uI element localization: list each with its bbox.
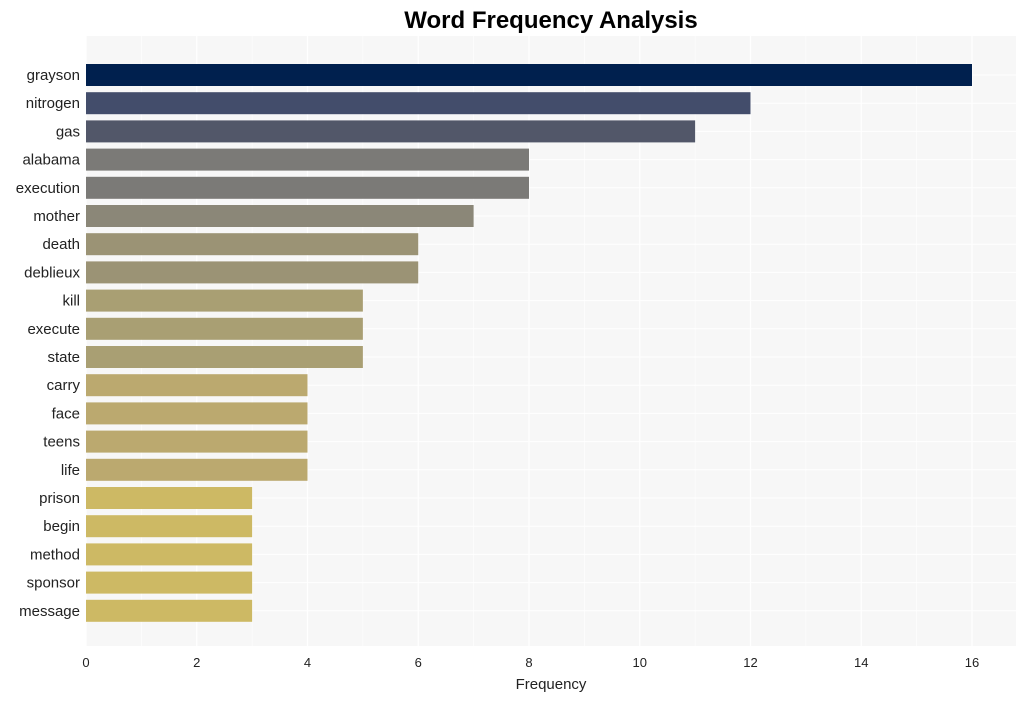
bar-gas: [86, 120, 696, 143]
y-tick-label: gas: [56, 123, 80, 140]
y-tick-label: prison: [39, 490, 80, 507]
y-tick-label: deblieux: [24, 264, 80, 281]
y-tick-label: grayson: [27, 67, 80, 84]
y-tick-label: sponsor: [27, 575, 80, 592]
bar-begin: [86, 515, 253, 538]
x-tick-label: 6: [415, 655, 422, 670]
y-tick-label: message: [19, 603, 80, 620]
bar-death: [86, 233, 419, 256]
x-tick-label: 0: [82, 655, 89, 670]
bar-deblieux: [86, 261, 419, 284]
x-tick-label: 16: [965, 655, 979, 670]
bar-sponsor: [86, 571, 253, 594]
bar-execute: [86, 317, 363, 340]
x-axis-label: Frequency: [516, 676, 587, 693]
x-axis-ticks: 0 2 4 6 8 10 12 14 16: [82, 655, 979, 670]
y-tick-label: life: [61, 462, 80, 479]
bar-carry: [86, 374, 308, 397]
bar-grayson: [86, 64, 972, 86]
y-tick-label: alabama: [22, 152, 80, 169]
y-tick-label: nitrogen: [26, 95, 80, 112]
y-tick-label: face: [52, 405, 80, 422]
y-tick-label: kill: [63, 293, 81, 310]
y-tick-label: death: [42, 236, 80, 253]
bar-face: [86, 402, 308, 425]
x-tick-label: 4: [304, 655, 311, 670]
y-tick-label: teens: [43, 434, 80, 451]
bar-alabama: [86, 148, 529, 171]
y-tick-label: execute: [27, 321, 80, 338]
y-tick-label: method: [30, 546, 80, 563]
bar-life: [86, 458, 308, 481]
x-tick-label: 8: [525, 655, 532, 670]
y-tick-label: begin: [43, 518, 80, 535]
bar-execution: [86, 176, 529, 199]
x-tick-label: 10: [633, 655, 647, 670]
chart-title: Word Frequency Analysis: [404, 7, 697, 34]
bar-state: [86, 346, 363, 368]
x-tick-label: 14: [854, 655, 868, 670]
word-frequency-chart: Word Frequency Analysis graysonnitrogeng…: [16, 7, 1016, 693]
y-tick-label: state: [47, 349, 80, 366]
bar-teens: [86, 430, 308, 453]
y-tick-label: mother: [33, 208, 80, 225]
y-tick-label: execution: [16, 180, 80, 197]
y-tick-label: carry: [47, 377, 81, 394]
bar-mother: [86, 205, 474, 227]
bar-method: [86, 543, 253, 566]
x-tick-label: 12: [743, 655, 757, 670]
bar-kill: [86, 289, 363, 312]
bar-nitrogen: [86, 92, 751, 115]
bar-prison: [86, 487, 253, 509]
x-tick-label: 2: [193, 655, 200, 670]
bar-message: [86, 599, 253, 622]
y-axis-labels: grayson nitrogen gas alabama execution mother…: [16, 67, 81, 620]
